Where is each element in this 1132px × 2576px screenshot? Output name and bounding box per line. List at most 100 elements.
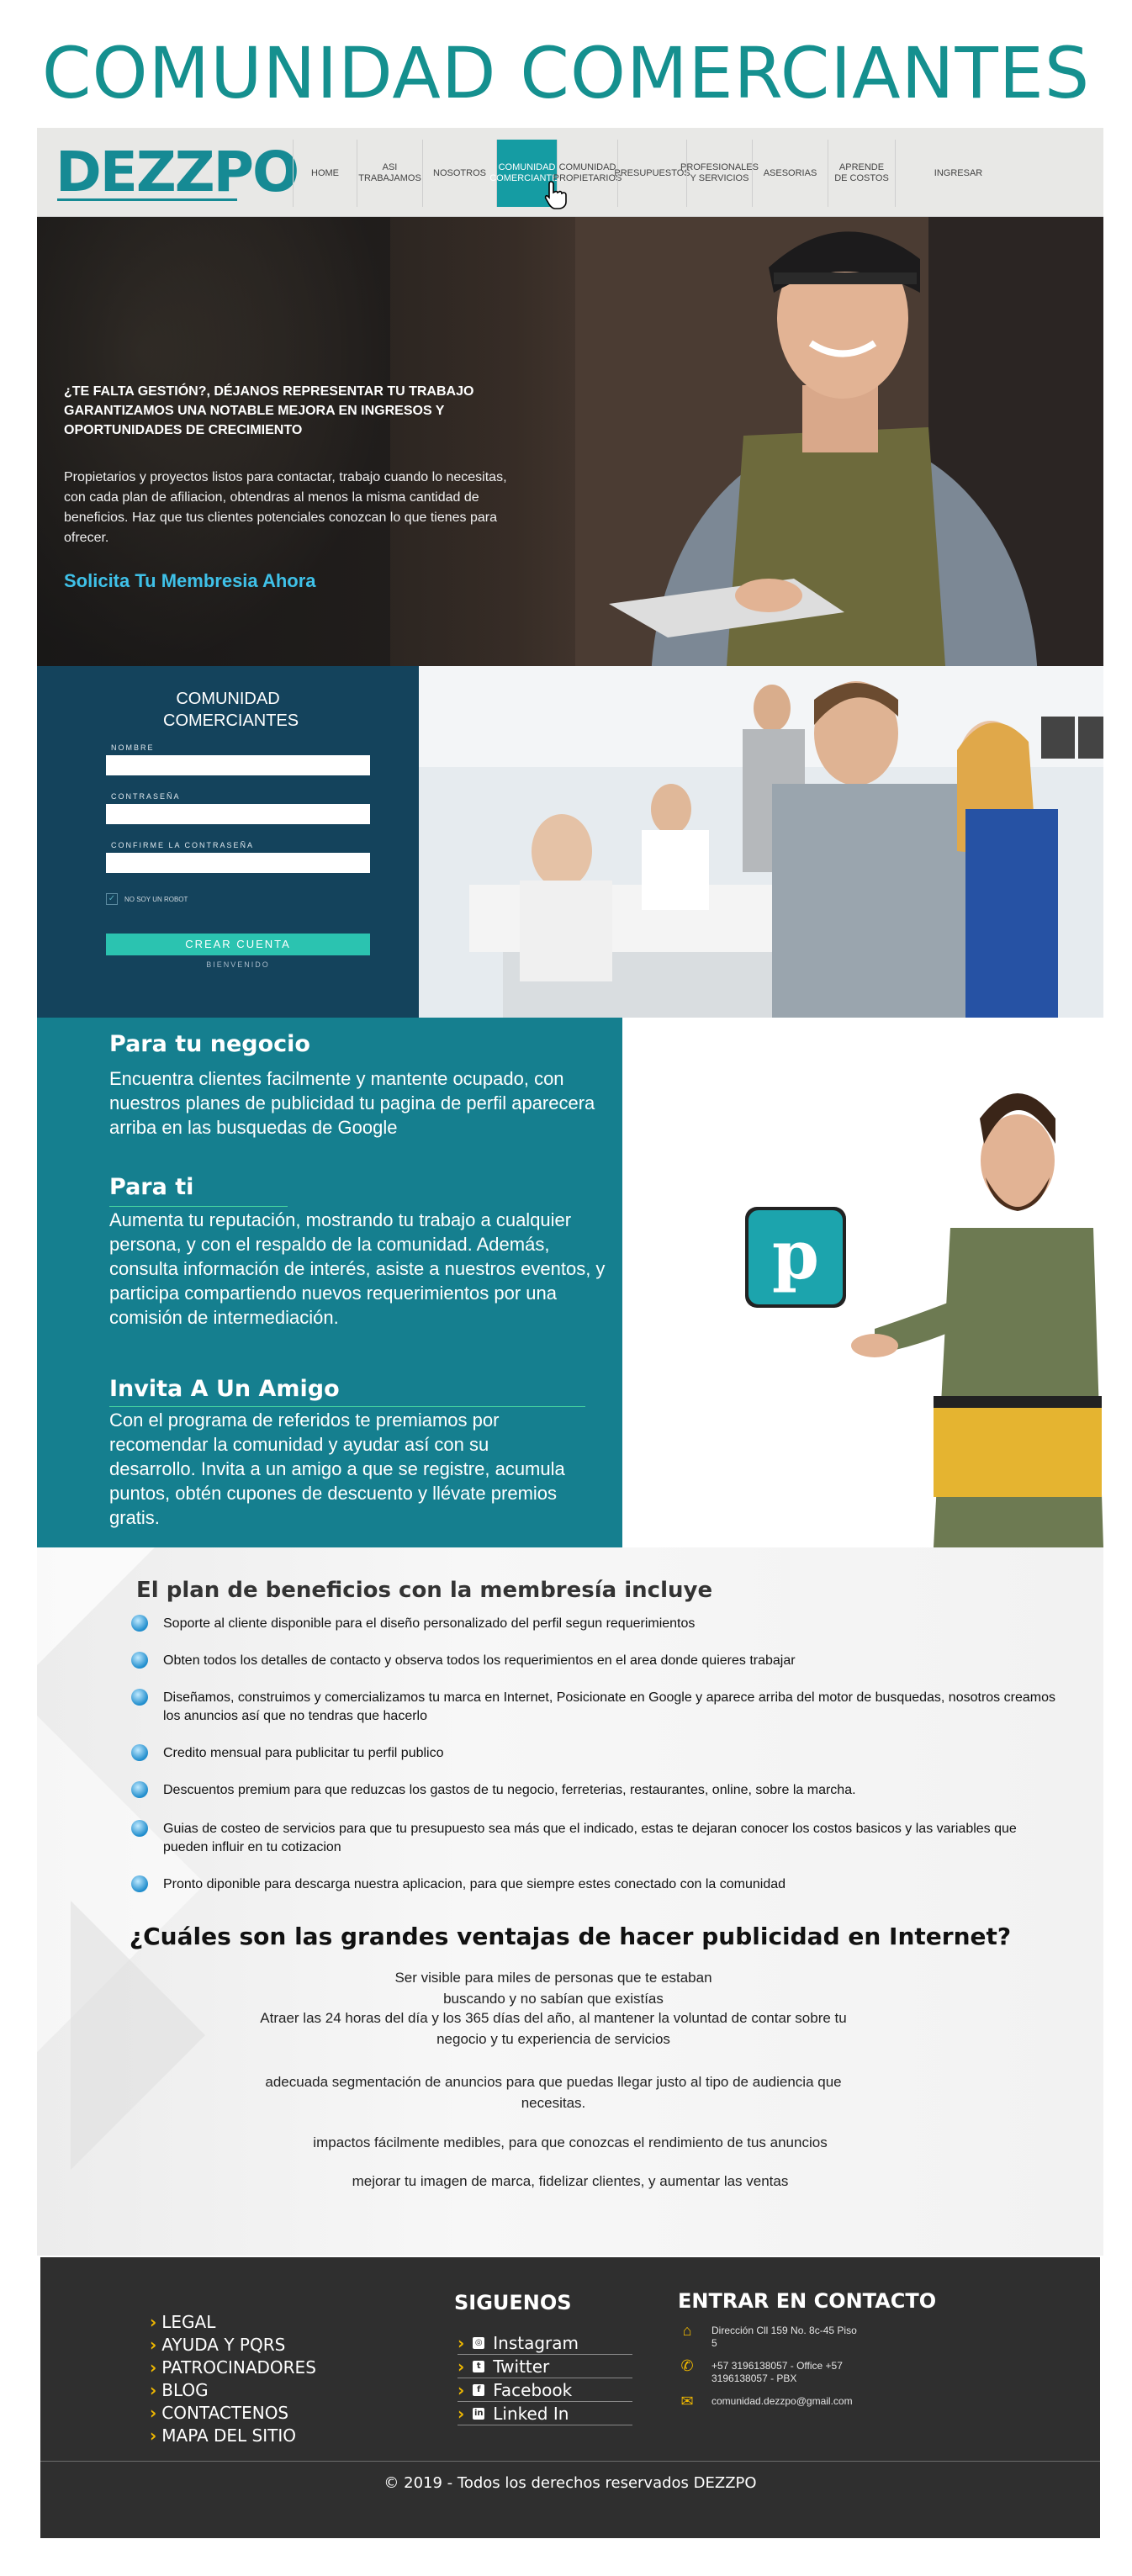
linkedin-icon: in: [473, 2407, 485, 2420]
feature-text-you: Aumenta tu reputación, mostrando tu trab…: [109, 1209, 606, 1329]
navbar: DEZZPO HOME ASI TRABAJAMOS NOSOTROS COMUNID…: [37, 128, 1103, 217]
phone-text: +57 3196138057 - Office +57 3196138057 -…: [711, 2360, 843, 2384]
name-field[interactable]: [106, 755, 370, 775]
footer-link[interactable]: › LEGAL: [150, 2311, 316, 2334]
instagram-icon: ◎: [473, 2336, 485, 2349]
footer-link-label: BLOG: [161, 2380, 209, 2400]
chevron-right-icon: ›: [150, 2425, 157, 2446]
nav-item-asi-trabajamos[interactable]: ASI TRABAJAMOS: [357, 140, 422, 207]
bullet-icon: [131, 1744, 148, 1761]
bullet-icon: [131, 1781, 148, 1798]
social-link[interactable]: › f Facebook: [458, 2378, 632, 2402]
chevron-right-icon: ›: [458, 2356, 465, 2377]
password-field[interactable]: [106, 804, 370, 824]
advantage-item: impactos fácilmente medibles, para que c…: [313, 2134, 828, 2150]
chevron-right-icon: ›: [150, 2403, 157, 2423]
chevron-right-icon: ›: [458, 2403, 465, 2424]
membership-cta-link[interactable]: Solicita Tu Membresia Ahora: [64, 570, 316, 592]
footer-link[interactable]: › CONTACTENOS: [150, 2402, 316, 2425]
captcha-label: NO SOY UN ROBOT: [124, 895, 188, 903]
hero-body: Propietarios y proyectos listos para con…: [64, 470, 507, 545]
footer-link[interactable]: › AYUDA Y PQRS: [150, 2334, 316, 2356]
chevron-right-icon: ›: [458, 2332, 465, 2353]
contact-title: ENTRAR EN CONTACTO: [678, 2289, 937, 2313]
nav-item-ingresar[interactable]: INGRESAR: [895, 140, 1021, 207]
advantages-title: ¿Cuáles son las grandes ventajas de hace…: [129, 1923, 1012, 1950]
social-label: Facebook: [493, 2379, 573, 2400]
office-team-photo: [419, 666, 1103, 1018]
email-link[interactable]: comunidad.dezzpo@gmail.com: [711, 2395, 853, 2414]
benefits-section: El plan de beneficios con la membresía i…: [37, 1547, 1103, 2256]
captcha: ✓ NO SOY UN ROBOT: [106, 893, 188, 905]
advantage-item: adecuada segmentación de anuncios para q…: [265, 2074, 842, 2111]
nav-item-asesorias[interactable]: ASESORIAS: [752, 140, 828, 207]
chevron-right-icon: ›: [150, 2357, 157, 2378]
confirm-password-field[interactable]: [106, 853, 370, 873]
hero-overlay: [37, 217, 575, 666]
social-label: Instagram: [493, 2332, 579, 2353]
copyright: © 2019 - Todos los derechos reservados D…: [384, 2474, 757, 2492]
advantage-item: Ser visible para miles de personas que t…: [394, 1970, 712, 2007]
chevron-right-icon: ›: [458, 2379, 465, 2400]
address-text: Dirección Cll 159 No. 8c-45 Piso 5: [711, 2325, 857, 2349]
benefit-text: Pronto diponible para descarga nuestra a…: [163, 1877, 786, 1891]
worker-illustration-area: p: [622, 1018, 1103, 1547]
footer-links: › LEGAL › AYUDA Y PQRS › PATROCINADORES › BLOG ›…: [150, 2311, 316, 2447]
welcome-text: BIENVENIDO: [206, 960, 270, 969]
advantage-item: Atraer las 24 horas del día y los 365 dí…: [260, 2010, 847, 2047]
benefit-item: Credito mensual para publicitar tu perfi…: [131, 1744, 1056, 1763]
social-title: SIGUENOS: [454, 2291, 572, 2314]
bullet-icon: [131, 1875, 148, 1892]
footer-link-label: LEGAL: [161, 2312, 216, 2332]
advantage-item: mejorar tu imagen de marca, fidelizar cl…: [352, 2173, 789, 2189]
footer: › LEGAL › AYUDA Y PQRS › PATROCINADORES › BLOG ›…: [40, 2257, 1100, 2538]
benefit-text: Obten todos los detalles de contacto y o…: [163, 1653, 796, 1668]
footer-divider: [40, 2461, 1100, 2462]
bullet-icon: [131, 1689, 148, 1706]
social-label: Linked In: [493, 2403, 569, 2424]
hand-cursor-icon: [544, 181, 567, 209]
handyman-photo: p: [745, 1093, 1103, 1547]
nav-menu: HOME ASI TRABAJAMOS NOSOTROS COMUNIDAD COME…: [293, 140, 1021, 207]
phone-icon: ✆: [680, 2357, 694, 2374]
home-icon: ⌂: [682, 2322, 692, 2339]
social-link[interactable]: › ◎ Instagram: [458, 2331, 632, 2355]
footer-link-label: AYUDA Y PQRS: [161, 2335, 286, 2355]
nav-item-presupuestos[interactable]: PRESUPUESTOS: [614, 140, 690, 207]
mail-icon: ✉: [680, 2393, 694, 2409]
social-link[interactable]: › in Linked In: [458, 2402, 632, 2425]
feature-divider: [109, 1406, 585, 1407]
benefit-text: Soporte al cliente disponible para el di…: [163, 1616, 696, 1631]
password-label: CONTRASEÑA: [111, 792, 181, 801]
logo[interactable]: DEZZPO: [56, 140, 299, 204]
benefit-item: Soporte al cliente disponible para el di…: [131, 1615, 1056, 1633]
nav-item-nosotros[interactable]: NOSOTROS: [422, 140, 496, 207]
nav-item-aprende-de-costos[interactable]: APRENDE DE COSTOS: [828, 140, 895, 207]
benefit-item: Guias de costeo de servicios para que tu…: [131, 1820, 1056, 1856]
footer-link[interactable]: › MAPA DEL SITIO: [150, 2425, 316, 2447]
twitter-icon: t: [473, 2360, 485, 2372]
page-title: COMUNIDAD COMERCIANTES: [41, 32, 1091, 114]
footer-link-label: MAPA DEL SITIO: [161, 2425, 296, 2446]
hero-banner: ¿TE FALTA GESTIÓN?, DÉJANOS REPRESENTAR …: [37, 217, 1103, 666]
bullet-icon: [131, 1615, 148, 1632]
benefit-item: Obten todos los detalles de contacto y o…: [131, 1652, 1056, 1670]
hero-headline: ¿TE FALTA GESTIÓN?, DÉJANOS REPRESENTAR …: [64, 384, 474, 438]
barista-photo: [575, 217, 1103, 666]
benefit-item: Descuentos premium para que reduzcas los…: [131, 1781, 1056, 1800]
footer-link[interactable]: › PATROCINADORES: [150, 2356, 316, 2379]
facebook-icon: f: [473, 2383, 485, 2396]
bullet-icon: [131, 1652, 148, 1669]
social-link[interactable]: › t Twitter: [458, 2355, 632, 2378]
benefits-title: El plan de beneficios con la membresía i…: [136, 1578, 713, 1603]
nav-item-profesionales-y-servicios[interactable]: PROFESIONALES Y SERVICIOS: [680, 140, 759, 207]
captcha-checkbox[interactable]: ✓: [106, 893, 118, 905]
register-title: COMUNIDAD COMERCIANTES: [163, 690, 299, 730]
name-label: NOMBRE: [111, 743, 155, 752]
feature-text-invite: Con el programa de referidos te premiamo…: [109, 1410, 565, 1529]
nav-item-home[interactable]: HOME: [293, 140, 357, 207]
create-account-button[interactable]: CREAR CUENTA: [106, 934, 370, 955]
footer-link[interactable]: › BLOG: [150, 2379, 316, 2402]
footer-link-label: CONTACTENOS: [161, 2403, 289, 2423]
feature-text-business: Encuentra clientes facilmente y mantente…: [109, 1068, 595, 1139]
